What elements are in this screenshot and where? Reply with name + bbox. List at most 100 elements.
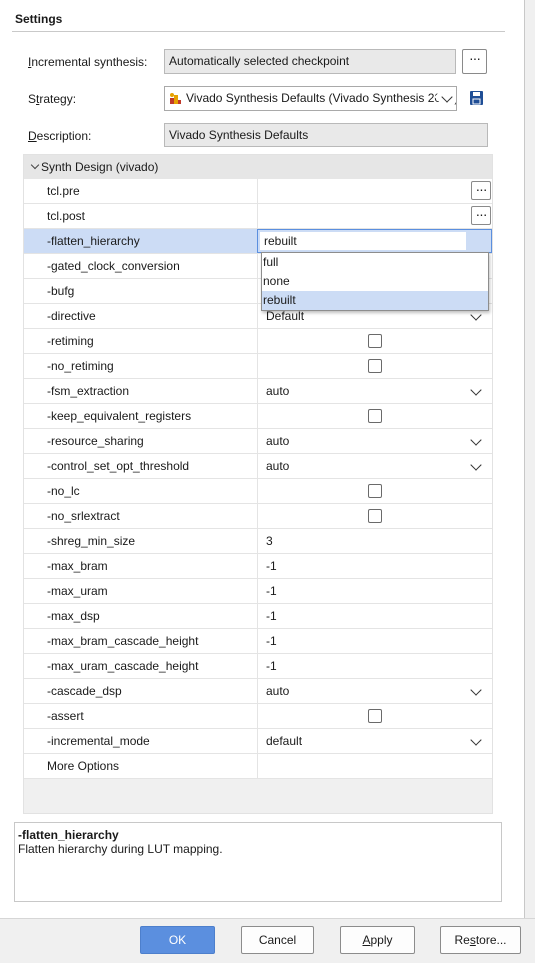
option-value-cell[interactable]: auto [257, 379, 492, 403]
flatten-hierarchy-input[interactable]: rebuilt [260, 232, 466, 250]
option-name: -bufg [47, 284, 75, 298]
dropdown-option[interactable]: rebuilt [262, 291, 488, 310]
table-row[interactable]: -max_dsp -1 [24, 604, 492, 629]
group-label: Synth Design (vivado) [41, 160, 159, 174]
option-value-cell[interactable] [257, 479, 492, 503]
chevron-down-icon[interactable] [470, 434, 482, 446]
option-value-cell[interactable]: auto [257, 679, 492, 703]
table-row[interactable]: -no_lc [24, 479, 492, 504]
help-text: Flatten hierarchy during LUT mapping. [18, 842, 223, 856]
ok-button[interactable]: OK [140, 926, 215, 954]
group-header[interactable]: Synth Design (vivado) [24, 155, 492, 179]
option-name: -max_bram [47, 559, 108, 573]
option-name: tcl.pre [47, 184, 80, 198]
option-name: -keep_equivalent_registers [47, 409, 192, 423]
table-row[interactable]: -assert [24, 704, 492, 729]
option-value-cell[interactable]: -1 [257, 629, 492, 653]
table-row[interactable]: -max_uram -1 [24, 579, 492, 604]
chevron-down-icon[interactable] [470, 384, 482, 396]
table-row[interactable]: -control_set_opt_threshold auto [24, 454, 492, 479]
dropdown-option[interactable]: none [262, 272, 488, 291]
browse-button[interactable]: ··· [471, 206, 491, 225]
option-checkbox[interactable] [368, 409, 382, 423]
option-value-cell[interactable]: rebuilt [257, 229, 492, 253]
table-row[interactable]: -keep_equivalent_registers [24, 404, 492, 429]
option-name: -max_dsp [47, 609, 100, 623]
save-icon[interactable] [470, 91, 483, 105]
table-row[interactable]: -resource_sharing auto [24, 429, 492, 454]
help-area: -flatten_hierarchy Flatten hierarchy dur… [14, 822, 502, 902]
option-value: -1 [266, 584, 277, 598]
option-name: -no_lc [47, 484, 80, 498]
incremental-more-button[interactable]: ··· [462, 49, 487, 74]
option-value-cell[interactable] [257, 354, 492, 378]
option-value-cell[interactable] [257, 504, 492, 528]
option-checkbox[interactable] [368, 359, 382, 373]
option-name: -retiming [47, 334, 94, 348]
option-value-cell[interactable]: 3 [257, 529, 492, 553]
table-row[interactable]: -flatten_hierarchy rebuilt [24, 229, 492, 254]
option-value: Default [266, 309, 305, 323]
option-name: -resource_sharing [47, 434, 144, 448]
table-row[interactable]: tcl.post ··· [24, 204, 492, 229]
option-checkbox[interactable] [368, 484, 382, 498]
browse-button[interactable]: ··· [471, 181, 491, 200]
strategy-select[interactable]: Vivado Synthesis Defaults (Vivado Synthe… [164, 86, 457, 111]
table-row[interactable]: -retiming [24, 329, 492, 354]
table-row[interactable]: -no_retiming [24, 354, 492, 379]
option-name: -gated_clock_conversion [47, 259, 180, 273]
table-row[interactable]: -fsm_extraction auto [24, 379, 492, 404]
option-value-cell[interactable] [257, 329, 492, 353]
option-value-cell[interactable] [257, 704, 492, 728]
option-checkbox[interactable] [368, 334, 382, 348]
description-field[interactable]: Vivado Synthesis Defaults [164, 123, 488, 147]
restore-button[interactable]: Restore... [440, 926, 521, 954]
option-value: -1 [266, 559, 277, 573]
chevron-down-icon[interactable] [470, 309, 482, 321]
dropdown-option[interactable]: full [262, 253, 488, 272]
table-row[interactable]: tcl.pre ··· [24, 179, 492, 204]
option-value-cell[interactable]: -1 [257, 554, 492, 578]
option-name: -max_uram [47, 584, 108, 598]
option-checkbox[interactable] [368, 509, 382, 523]
option-value-cell[interactable] [257, 754, 492, 778]
table-row[interactable]: -shreg_min_size 3 [24, 529, 492, 554]
table-row[interactable]: -cascade_dsp auto [24, 679, 492, 704]
incremental-synthesis-field[interactable]: Automatically selected checkpoint [164, 49, 456, 74]
option-value-cell[interactable]: -1 [257, 579, 492, 603]
option-value-cell[interactable]: ··· [257, 204, 492, 228]
option-checkbox[interactable] [368, 709, 382, 723]
chevron-down-icon[interactable] [470, 734, 482, 746]
option-value-cell[interactable]: default [257, 729, 492, 753]
chevron-down-icon [30, 160, 40, 170]
cancel-button[interactable]: Cancel [241, 926, 314, 954]
option-value-cell[interactable]: -1 [257, 654, 492, 678]
option-value-cell[interactable]: auto [257, 454, 492, 478]
settings-panel: Settings Incremental synthesis: Automati… [0, 0, 525, 918]
option-name: tcl.post [47, 209, 86, 223]
option-name: -fsm_extraction [47, 384, 130, 398]
option-value-cell[interactable]: auto [257, 429, 492, 453]
section-title: Settings [15, 12, 63, 26]
table-row[interactable]: -incremental_mode default [24, 729, 492, 754]
option-value: auto [266, 684, 290, 698]
table-row[interactable]: -max_bram_cascade_height -1 [24, 629, 492, 654]
option-value-cell[interactable]: ··· [257, 179, 492, 203]
table-row[interactable]: More Options [24, 754, 492, 779]
table-row[interactable]: -no_srlextract [24, 504, 492, 529]
option-value-cell[interactable] [257, 404, 492, 428]
apply-button[interactable]: Apply [340, 926, 415, 954]
chevron-down-icon[interactable] [470, 459, 482, 471]
option-value: auto [266, 384, 290, 398]
option-value: 3 [266, 534, 273, 548]
chevron-down-icon[interactable] [470, 684, 482, 696]
option-name: -shreg_min_size [47, 534, 136, 548]
option-value-cell[interactable]: -1 [257, 604, 492, 628]
option-name: -no_srlextract [47, 509, 120, 523]
table-row[interactable]: -max_bram -1 [24, 554, 492, 579]
option-name: -no_retiming [47, 359, 114, 373]
flatten-hierarchy-dropdown: full none rebuilt [261, 252, 489, 311]
table-row[interactable]: -max_uram_cascade_height -1 [24, 654, 492, 679]
option-name: -max_bram_cascade_height [47, 634, 199, 648]
option-value: -1 [266, 609, 277, 623]
